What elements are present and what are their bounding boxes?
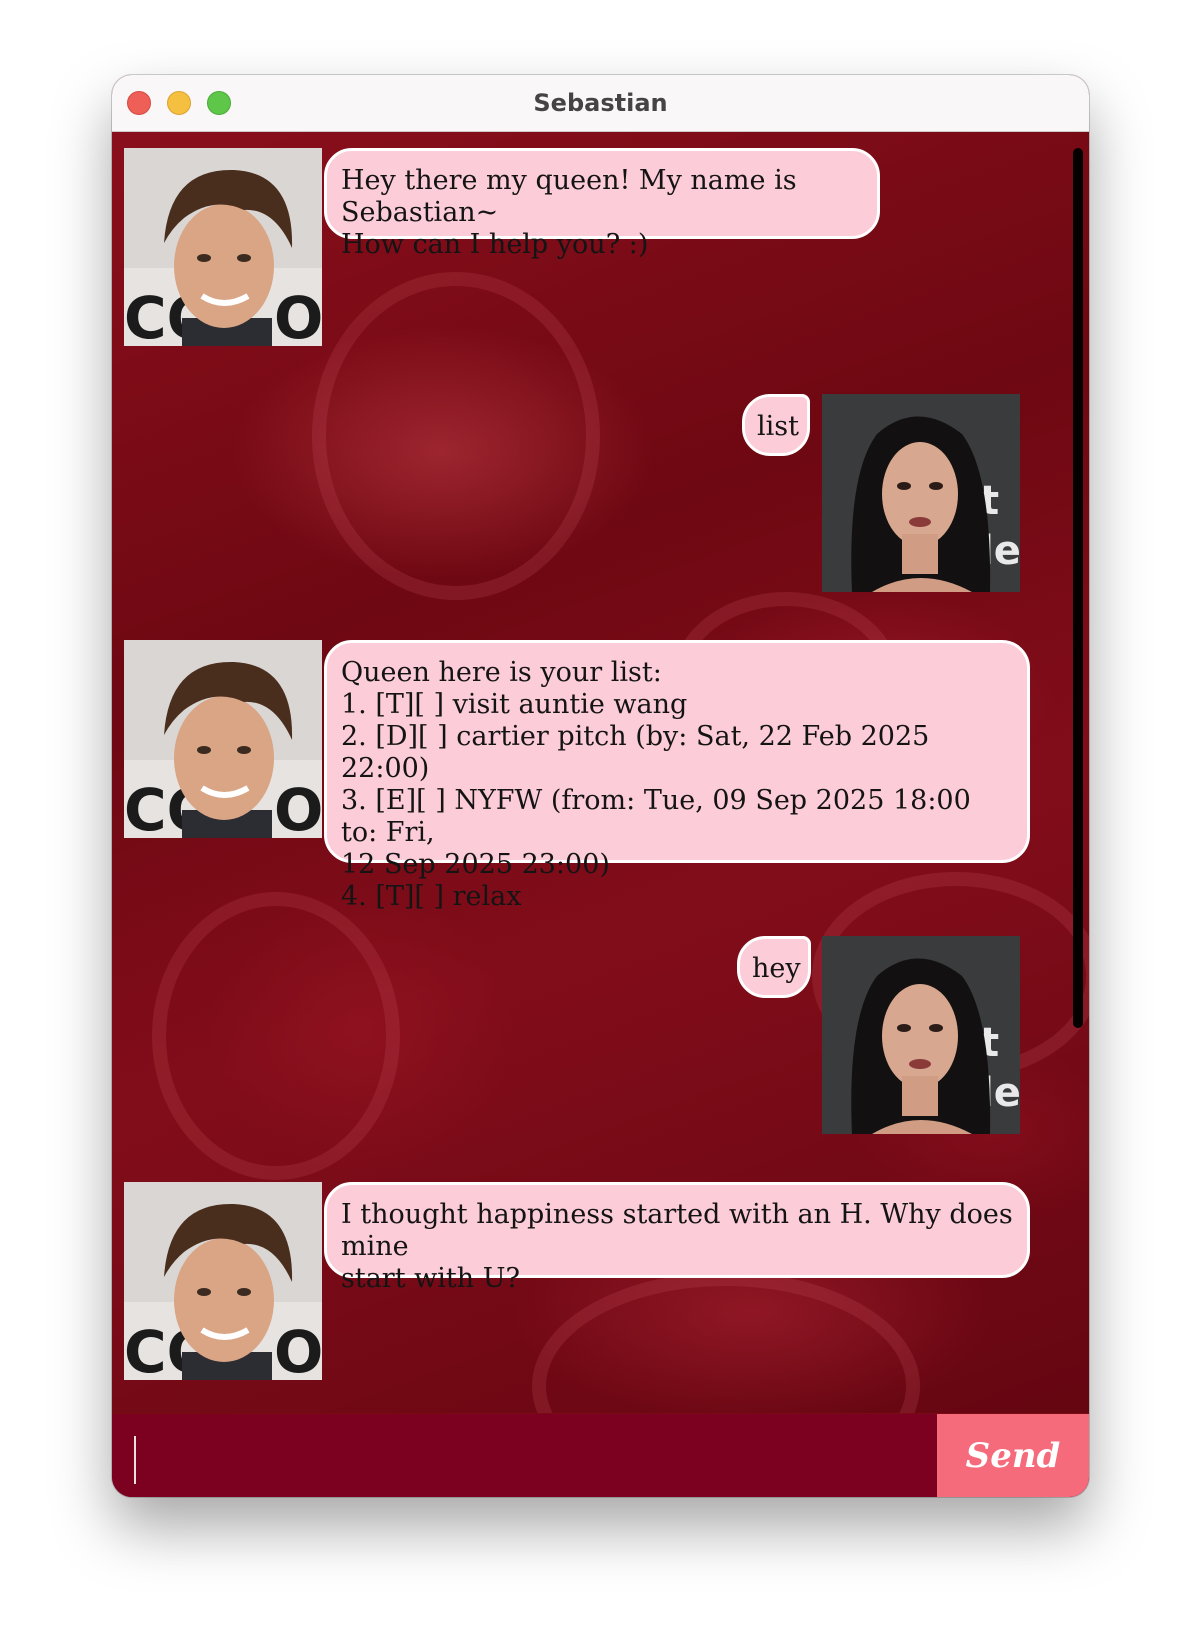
svg-text:O: O bbox=[274, 1318, 322, 1380]
svg-text:O: O bbox=[274, 776, 322, 838]
title-bar: Sebastian bbox=[112, 75, 1089, 132]
bot-message-bubble: Queen here is your list: 1. [T][ ] visit… bbox=[324, 640, 1030, 912]
input-bar: Send bbox=[112, 1414, 1089, 1497]
text-caret bbox=[134, 1436, 136, 1484]
bot-avatar: CO O bbox=[124, 1182, 322, 1380]
bot-avatar: CO O bbox=[124, 640, 322, 838]
user-avatar: t le bbox=[822, 936, 1020, 1134]
chat-scroll-pane[interactable]: CO O Hey there my queen! My name is Seba… bbox=[112, 132, 1089, 1413]
background-swirl bbox=[312, 272, 600, 600]
svg-text:O: O bbox=[274, 284, 322, 346]
user-message-bubble: hey bbox=[737, 936, 811, 998]
bot-message-bubble: Hey there my queen! My name is Sebastian… bbox=[324, 148, 880, 260]
vertical-scrollbar[interactable] bbox=[1073, 148, 1083, 1028]
background-swirl bbox=[532, 1272, 920, 1413]
message-input[interactable] bbox=[112, 1414, 937, 1497]
user-message-bubble: list bbox=[742, 394, 810, 456]
user-avatar: t le bbox=[822, 394, 1020, 592]
send-button[interactable]: Send bbox=[937, 1414, 1089, 1497]
window-title: Sebastian bbox=[533, 89, 668, 117]
bot-message-bubble: I thought happiness started with an H. W… bbox=[324, 1182, 1030, 1294]
bot-avatar: CO O bbox=[124, 148, 322, 346]
background-swirl bbox=[152, 892, 400, 1180]
app-window: Sebastian CO O Hey there my queen! My na… bbox=[112, 75, 1089, 1497]
